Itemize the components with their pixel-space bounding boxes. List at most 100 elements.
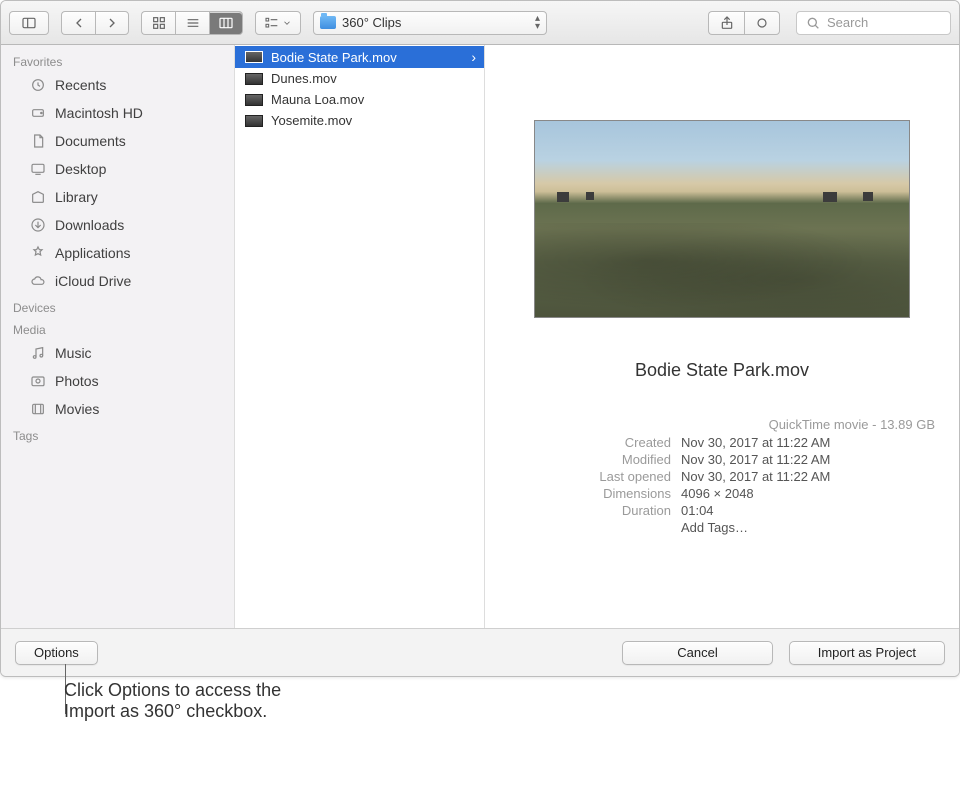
- sidebar-item-label: Movies: [55, 401, 99, 417]
- sidebar-item-label: Documents: [55, 133, 126, 149]
- share-button[interactable]: [708, 11, 744, 35]
- meta-row: Last openedNov 30, 2017 at 11:22 AM: [505, 469, 935, 484]
- share-icon: [719, 15, 735, 31]
- applications-icon: [29, 244, 47, 262]
- music-icon: [29, 344, 47, 362]
- file-name: Dunes.mov: [271, 71, 337, 86]
- sidebar: Favorites Recents Macintosh HD Documents…: [1, 45, 235, 628]
- file-row[interactable]: Mauna Loa.mov: [235, 89, 484, 110]
- preview-thumbnail: [534, 120, 910, 318]
- file-name: Yosemite.mov: [271, 113, 352, 128]
- video-file-icon: [245, 115, 263, 127]
- column-view-button[interactable]: [209, 11, 243, 35]
- updown-chevrons-icon: ▴▾: [535, 15, 540, 31]
- preview-type-size: QuickTime movie - 13.89 GB: [505, 417, 935, 432]
- cancel-button[interactable]: Cancel: [622, 641, 772, 665]
- search-field[interactable]: Search: [796, 11, 951, 35]
- columns-icon: [218, 15, 234, 31]
- sidebar-heading-tags: Tags: [1, 423, 234, 445]
- sidebar-item-icloud-drive[interactable]: iCloud Drive: [1, 267, 234, 295]
- meta-row: CreatedNov 30, 2017 at 11:22 AM: [505, 435, 935, 450]
- list-icon: [185, 15, 201, 31]
- file-list: Bodie State Park.mov Dunes.mov Mauna Loa.m…: [235, 45, 485, 628]
- forward-button[interactable]: [95, 11, 129, 35]
- meta-key: Dimensions: [505, 486, 681, 501]
- downloads-icon: [29, 216, 47, 234]
- meta-key: Last opened: [505, 469, 681, 484]
- file-row[interactable]: Dunes.mov: [235, 68, 484, 89]
- meta-row: ModifiedNov 30, 2017 at 11:22 AM: [505, 452, 935, 467]
- movies-icon: [29, 400, 47, 418]
- file-row[interactable]: Bodie State Park.mov: [235, 46, 484, 68]
- tags-button[interactable]: [744, 11, 780, 35]
- sidebar-item-library[interactable]: Library: [1, 183, 234, 211]
- footer: Options Cancel Import as Project: [1, 628, 959, 676]
- callout-text: Click Options to access theImport as 360…: [64, 680, 281, 722]
- file-name: Mauna Loa.mov: [271, 92, 364, 107]
- photos-icon: [29, 372, 47, 390]
- file-name: Bodie State Park.mov: [271, 50, 397, 65]
- sidebar-item-movies[interactable]: Movies: [1, 395, 234, 423]
- chevron-left-icon: [71, 15, 87, 31]
- options-button[interactable]: Options: [15, 641, 98, 665]
- sidebar-item-recents[interactable]: Recents: [1, 71, 234, 99]
- disk-icon: [29, 104, 47, 122]
- library-icon: [29, 188, 47, 206]
- share-tags-group: [708, 11, 780, 35]
- chevron-down-icon: [282, 18, 292, 28]
- sidebar-item-downloads[interactable]: Downloads: [1, 211, 234, 239]
- folder-icon: [320, 16, 336, 29]
- sidebar-item-applications[interactable]: Applications: [1, 239, 234, 267]
- sidebar-item-music[interactable]: Music: [1, 339, 234, 367]
- video-file-icon: [245, 73, 263, 85]
- arrange-icon: [264, 15, 280, 31]
- list-view-button[interactable]: [175, 11, 209, 35]
- open-panel: 360° Clips ▴▾ Search Favorites: [0, 0, 960, 677]
- sidebar-item-label: Downloads: [55, 217, 124, 233]
- search-placeholder: Search: [827, 15, 868, 30]
- search-icon: [805, 15, 821, 31]
- meta-key: Modified: [505, 452, 681, 467]
- sidebar-item-macintosh-hd[interactable]: Macintosh HD: [1, 99, 234, 127]
- sidebar-toggle-button[interactable]: [9, 11, 49, 35]
- sidebar-item-label: Library: [55, 189, 98, 205]
- documents-icon: [29, 132, 47, 150]
- meta-value: 01:04: [681, 503, 714, 518]
- sidebar-heading-media: Media: [1, 317, 234, 339]
- preview-pane: Bodie State Park.mov QuickTime movie - 1…: [485, 45, 959, 628]
- sidebar-item-label: iCloud Drive: [55, 273, 131, 289]
- back-button[interactable]: [61, 11, 95, 35]
- meta-value: 4096 × 2048: [681, 486, 754, 501]
- meta-row: Dimensions4096 × 2048: [505, 486, 935, 501]
- sidebar-item-label: Desktop: [55, 161, 106, 177]
- cancel-button-label: Cancel: [677, 645, 717, 660]
- sidebar-item-label: Music: [55, 345, 92, 361]
- toolbar: 360° Clips ▴▾ Search: [1, 1, 959, 45]
- meta-value: Nov 30, 2017 at 11:22 AM: [681, 452, 830, 467]
- sidebar-item-photos[interactable]: Photos: [1, 367, 234, 395]
- sidebar-item-label: Recents: [55, 77, 106, 93]
- cloud-icon: [29, 272, 47, 290]
- import-button[interactable]: Import as Project: [789, 641, 945, 665]
- sidebar-item-documents[interactable]: Documents: [1, 127, 234, 155]
- file-row[interactable]: Yosemite.mov: [235, 110, 484, 131]
- arrange-button[interactable]: [255, 11, 301, 35]
- sidebar-item-desktop[interactable]: Desktop: [1, 155, 234, 183]
- meta-value: Nov 30, 2017 at 11:22 AM: [681, 435, 830, 450]
- video-file-icon: [245, 94, 263, 106]
- sidebar-icon: [21, 15, 37, 31]
- sidebar-heading-devices: Devices: [1, 295, 234, 317]
- chevron-right-icon: [104, 15, 120, 31]
- path-popup[interactable]: 360° Clips ▴▾: [313, 11, 547, 35]
- nav-back-forward-group: [61, 11, 129, 35]
- grid-icon: [151, 15, 167, 31]
- desktop-icon: [29, 160, 47, 178]
- add-tags-link[interactable]: Add Tags…: [681, 520, 748, 535]
- sidebar-item-label: Photos: [55, 373, 99, 389]
- meta-value: Nov 30, 2017 at 11:22 AM: [681, 469, 830, 484]
- current-folder-label: 360° Clips: [342, 15, 401, 30]
- video-file-icon: [245, 51, 263, 63]
- preview-title: Bodie State Park.mov: [635, 360, 809, 381]
- icon-view-button[interactable]: [141, 11, 175, 35]
- view-mode-group: [141, 11, 243, 35]
